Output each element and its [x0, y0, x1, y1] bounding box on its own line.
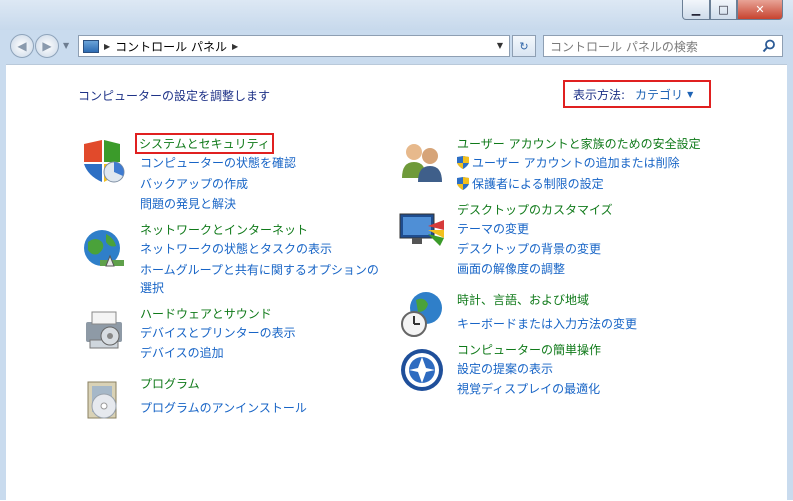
forward-button[interactable]: ▶	[35, 34, 59, 58]
control-panel-icon	[83, 39, 99, 53]
network-globe-icon[interactable]	[80, 226, 128, 274]
breadcrumb-separator-icon[interactable]: ▶	[104, 42, 110, 51]
content-pane	[6, 64, 787, 501]
printer-icon[interactable]	[80, 306, 128, 354]
category-clock-region[interactable]: 時計、言語、および地域	[457, 291, 589, 308]
link-screen-resolution[interactable]: 画面の解像度の調整	[457, 260, 565, 277]
link-optimize-display[interactable]: 視覚ディスプレイの最適化	[457, 380, 600, 397]
breadcrumb-separator-icon[interactable]: ▶	[232, 42, 238, 51]
link-parental-controls-label[interactable]: 保護者による制限の設定	[472, 177, 604, 191]
refresh-icon: ↻	[519, 39, 529, 53]
minimize-button[interactable]: ▁	[682, 0, 710, 20]
ease-of-access-icon[interactable]	[398, 346, 446, 394]
link-add-remove-accounts[interactable]: ユーザー アカウントの追加または削除	[457, 154, 680, 171]
shield-icon[interactable]	[80, 138, 128, 186]
category-programs[interactable]: プログラム	[140, 375, 200, 392]
link-add-device[interactable]: デバイスの追加	[140, 344, 224, 361]
link-parental-controls[interactable]: 保護者による制限の設定	[457, 175, 604, 192]
breadcrumb-control-panel[interactable]: コントロール パネル	[115, 38, 227, 55]
refresh-button[interactable]: ↻	[512, 35, 536, 57]
close-button[interactable]: ✕	[737, 0, 783, 20]
search-placeholder: コントロール パネルの検索	[550, 39, 698, 54]
category-hardware[interactable]: ハードウェアとサウンド	[140, 305, 272, 322]
view-by-selector[interactable]: 表示方法: カテゴリ ▼	[563, 80, 711, 108]
uac-shield-icon	[457, 177, 469, 190]
link-change-theme[interactable]: テーマの変更	[457, 220, 529, 237]
link-homegroup-cont[interactable]: 選択	[140, 279, 164, 296]
maximize-button[interactable]: □	[710, 0, 737, 20]
link-uninstall[interactable]: プログラムのアンインストール	[140, 399, 307, 416]
back-arrow-icon: ◀	[17, 39, 27, 53]
history-dropdown-icon[interactable]: ▼	[63, 41, 69, 50]
category-user-accounts[interactable]: ユーザー アカウントと家族のための安全設定	[457, 135, 701, 152]
link-devices-printers[interactable]: デバイスとプリンターの表示	[140, 324, 296, 341]
window-border	[787, 64, 793, 500]
link-homegroup[interactable]: ホームグループと共有に関するオプションの	[140, 261, 379, 278]
forward-arrow-icon: ▶	[42, 39, 52, 53]
desktop-customize-icon[interactable]	[398, 206, 446, 254]
window: ▁ □ ✕ ◀ ▶ ▼ ▶ コントロール パネル ▶ ▼ ↻ コントロール パネ…	[0, 0, 793, 501]
chevron-down-icon[interactable]: ▼	[687, 90, 693, 99]
link-add-remove-accounts-label[interactable]: ユーザー アカウントの追加または削除	[472, 156, 680, 170]
link-check-status[interactable]: コンピューターの状態を確認	[140, 154, 296, 171]
category-appearance[interactable]: デスクトップのカスタマイズ	[457, 201, 613, 218]
link-change-background[interactable]: デスクトップの背景の変更	[457, 240, 601, 257]
category-network[interactable]: ネットワークとインターネット	[140, 221, 308, 238]
programs-icon[interactable]	[80, 376, 128, 424]
users-icon[interactable]	[398, 138, 446, 186]
link-backup[interactable]: バックアップの作成	[140, 175, 248, 192]
page-title: コンピューターの設定を調整します	[78, 89, 271, 103]
category-system-security[interactable]: システムとセキュリティ	[135, 133, 274, 154]
title-bar[interactable]	[0, 0, 793, 30]
link-troubleshoot[interactable]: 問題の発見と解決	[140, 195, 236, 212]
search-icon[interactable]	[762, 39, 776, 53]
address-dropdown-icon[interactable]: ▼	[497, 41, 503, 50]
back-button[interactable]: ◀	[10, 34, 34, 58]
clock-globe-icon[interactable]	[398, 290, 446, 338]
category-ease-of-access[interactable]: コンピューターの簡単操作	[457, 341, 601, 358]
link-keyboard-input[interactable]: キーボードまたは入力方法の変更	[457, 315, 637, 332]
link-recommend-settings[interactable]: 設定の提案の表示	[457, 360, 553, 377]
uac-shield-icon	[457, 156, 469, 169]
address-bar[interactable]: ▶ コントロール パネル ▶ ▼	[78, 35, 510, 57]
search-input[interactable]: コントロール パネルの検索	[543, 35, 783, 57]
link-network-status[interactable]: ネットワークの状態とタスクの表示	[140, 240, 332, 257]
view-by-label: 表示方法:	[573, 87, 626, 102]
view-by-value[interactable]: カテゴリ	[635, 86, 683, 103]
